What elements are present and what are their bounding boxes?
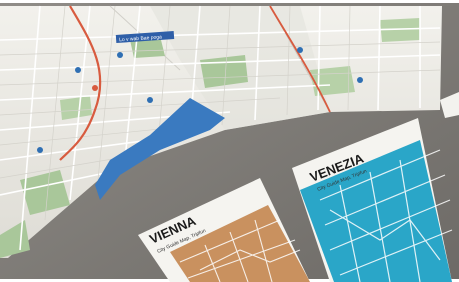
photo-scene: Lo v wab Bae poga VENEZIA City Guide Map… [0, 0, 459, 282]
photo-canvas: Lo v wab Bae poga VENEZIA City Guide Map… [0, 0, 459, 282]
